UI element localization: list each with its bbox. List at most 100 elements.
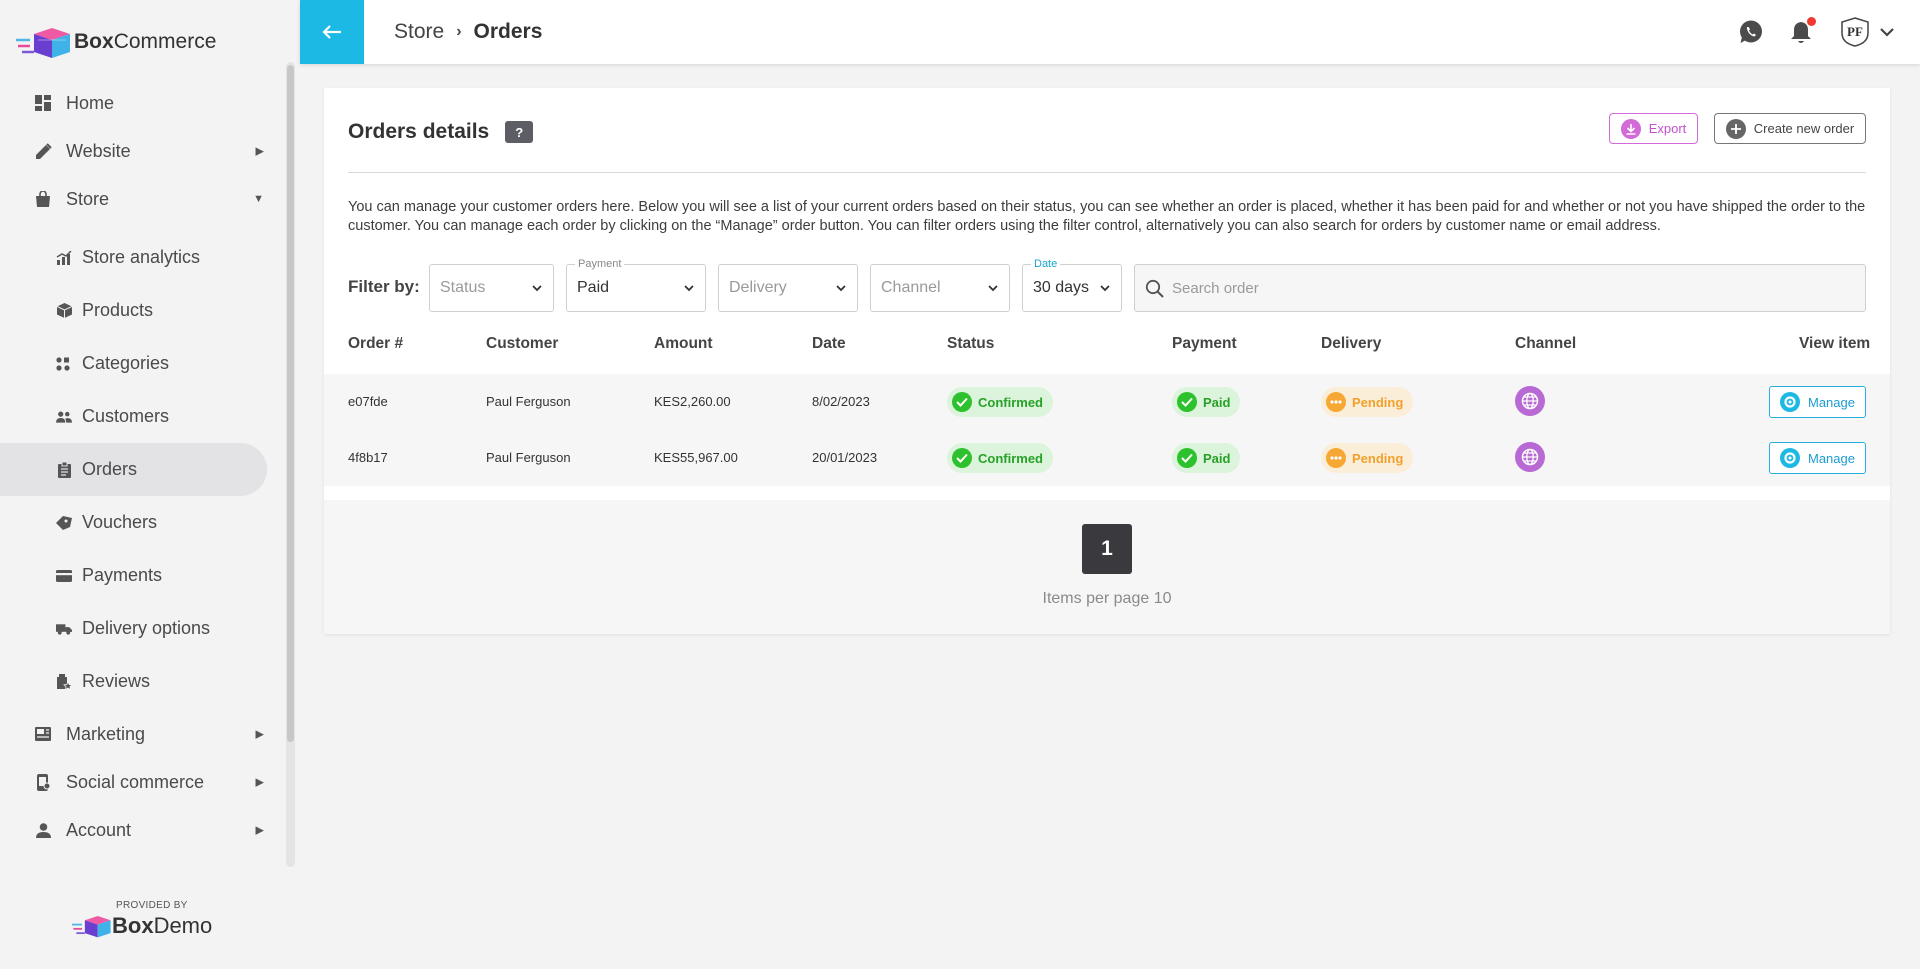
order-date: 20/01/2023 <box>812 450 878 465</box>
sidebar-item-label: Social commerce <box>66 771 205 792</box>
manage-button[interactable]: Manage <box>1769 442 1866 474</box>
order-amount: KES2,260.00 <box>654 394 731 409</box>
caret-right-icon: ▶ <box>255 776 264 789</box>
column-header-status[interactable]: Status <box>947 335 994 353</box>
categories-icon <box>56 356 72 372</box>
sidebar-item-marketing[interactable]: Marketing ▶ <box>0 710 280 758</box>
create-new-order-button[interactable]: Create new order <box>1714 113 1866 144</box>
analytics-icon <box>56 250 72 266</box>
person-icon <box>34 821 52 839</box>
column-header-delivery[interactable]: Delivery <box>1321 335 1381 353</box>
column-header-channel[interactable]: Channel <box>1515 335 1576 353</box>
sidebar-item-label: Payments <box>82 565 163 585</box>
pending-dots-icon <box>1326 392 1346 412</box>
search-order-input[interactable]: Search order <box>1134 264 1866 312</box>
sidebar-item-store-analytics[interactable]: Store analytics <box>0 231 280 284</box>
notification-bell-icon[interactable] <box>1790 17 1816 44</box>
caret-right-icon: ▶ <box>255 145 264 158</box>
download-icon <box>1620 118 1641 139</box>
payment-filter-label: Payment <box>575 258 625 270</box>
payment-badge: Paid <box>1172 387 1241 417</box>
sidebar-item-products[interactable]: Products <box>0 284 280 337</box>
account-dropdown-chevron-icon[interactable] <box>1880 27 1894 37</box>
sidebar-item-store[interactable]: Store ▼ <box>0 175 280 223</box>
sidebar-item-label: Marketing <box>66 723 146 744</box>
payment-label: Paid <box>1203 450 1231 466</box>
sidebar-item-payments[interactable]: Payments <box>0 549 280 602</box>
people-icon <box>56 409 72 425</box>
column-header-amount[interactable]: Amount <box>654 335 713 353</box>
sidebar-item-vouchers[interactable]: Vouchers <box>0 496 280 549</box>
column-header-customer[interactable]: Customer <box>486 335 558 353</box>
payment-badge: Paid <box>1172 443 1241 473</box>
payment-filter-select[interactable]: Payment Paid <box>566 258 706 312</box>
export-button[interactable]: Export <box>1609 113 1698 144</box>
manage-button[interactable]: Manage <box>1769 386 1866 418</box>
user-avatar[interactable]: PF <box>1840 17 1870 47</box>
sidebar-item-categories[interactable]: Categories <box>0 337 280 390</box>
sidebar-item-reviews[interactable]: Reviews <box>0 655 280 708</box>
page-button[interactable]: 1 <box>1082 524 1132 574</box>
date-filter-value: 30 days <box>1033 279 1090 296</box>
column-header-payment[interactable]: Payment <box>1172 335 1237 353</box>
delivery-filter-select[interactable]: Delivery <box>718 264 858 312</box>
status-filter-select[interactable]: Status <box>429 264 554 312</box>
column-header-date[interactable]: Date <box>812 335 846 353</box>
status-label: Confirmed <box>978 450 1043 466</box>
plus-icon <box>1725 118 1746 139</box>
sidebar-item-label: Vouchers <box>82 512 158 532</box>
order-id: e07fde <box>348 394 388 409</box>
manage-label: Manage <box>1808 394 1855 410</box>
sidebar-item-label: Delivery options <box>82 618 211 638</box>
check-circle-icon <box>952 392 972 412</box>
manage-label: Manage <box>1808 450 1855 466</box>
status-placeholder: Status <box>440 279 486 296</box>
ticket-icon <box>56 515 72 531</box>
column-header-order[interactable]: Order # <box>348 335 403 353</box>
delivery-badge: Pending <box>1321 443 1414 473</box>
order-id: 4f8b17 <box>348 450 388 465</box>
table-row[interactable]: 4f8b17 Paul Ferguson KES55,967.00 20/01/… <box>324 430 1890 486</box>
sidebar-item-website[interactable]: Website ▶ <box>0 127 280 175</box>
payment-filter-value: Paid <box>577 279 610 296</box>
table-row[interactable]: e07fde Paul Ferguson KES2,260.00 8/02/20… <box>324 374 1890 430</box>
sidebar-item-delivery-options[interactable]: Delivery options <box>0 602 280 655</box>
credit-card-icon <box>56 568 72 584</box>
items-per-page: Items per page 10 <box>1042 590 1172 607</box>
sidebar-item-home[interactable]: Home <box>0 79 280 127</box>
page-title-text: Orders details <box>348 120 490 143</box>
sidebar-item-orders[interactable]: Orders <box>0 443 267 496</box>
gear-icon <box>1780 448 1800 468</box>
back-button[interactable] <box>300 0 364 64</box>
provided-by: PROVIDED BY BoxDemo <box>72 900 212 939</box>
sidebar: BoxCommerce Home Website ▶ Store ▼ Store… <box>0 0 300 969</box>
delivery-badge: Pending <box>1321 387 1414 417</box>
box-icon <box>56 303 72 319</box>
sidebar-item-account[interactable]: Account ▶ <box>0 806 280 854</box>
brand-logo[interactable]: BoxCommerce <box>16 24 216 60</box>
shopping-bag-icon <box>34 190 52 208</box>
breadcrumb-orders: Orders <box>473 20 543 43</box>
date-filter-select[interactable]: Date 30 days <box>1022 258 1122 312</box>
sidebar-scrollbar-thumb[interactable] <box>287 65 294 742</box>
sidebar-item-social-commerce[interactable]: Social commerce ▶ <box>0 758 280 806</box>
channel-placeholder: Channel <box>881 279 941 296</box>
boxdemo-logo-icon <box>72 916 111 938</box>
help-button[interactable]: ? <box>505 121 534 143</box>
breadcrumb: Store › Orders <box>394 20 542 44</box>
delivery-placeholder: Delivery <box>729 279 787 296</box>
channel-filter-select[interactable]: Channel <box>870 264 1010 312</box>
whatsapp-icon[interactable] <box>1738 19 1764 45</box>
breadcrumb-store[interactable]: Store <box>394 20 444 44</box>
phone-icon <box>34 773 52 791</box>
notification-dot <box>1807 17 1816 26</box>
arrow-left-icon <box>322 25 341 39</box>
sidebar-item-label: Account <box>66 819 132 840</box>
status-badge: Confirmed <box>947 443 1053 473</box>
check-circle-icon <box>1177 448 1197 468</box>
sidebar-item-customers[interactable]: Customers <box>0 390 280 443</box>
order-date: 8/02/2023 <box>812 394 870 409</box>
sidebar-item-label: Store analytics <box>82 247 201 267</box>
chevron-down-icon <box>836 285 846 292</box>
chevron-down-icon <box>1100 285 1110 292</box>
